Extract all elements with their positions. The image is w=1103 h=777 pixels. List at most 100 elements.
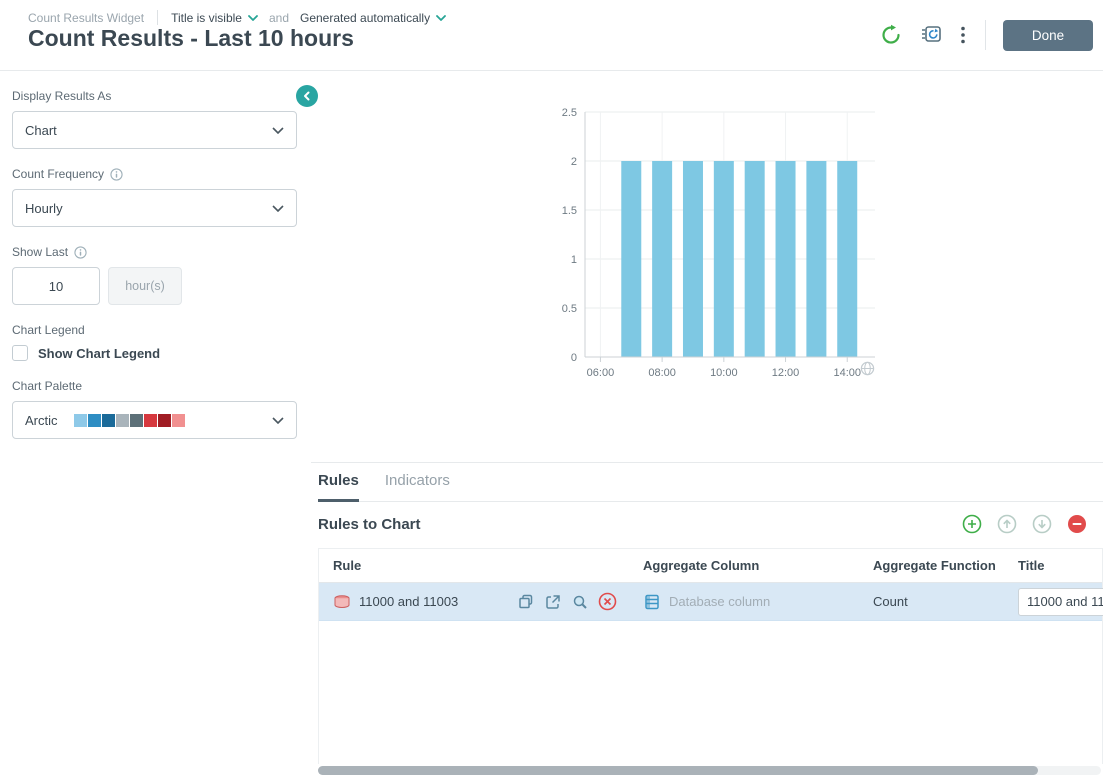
horizontal-scrollbar[interactable] [318,766,1101,775]
chart-palette-select[interactable]: Arctic [12,401,297,439]
rule-cell: 11000 and 11003 [319,592,629,611]
scrollbar-thumb[interactable] [318,766,1038,775]
palette-swatch [158,414,171,427]
duplicate-icon [517,593,535,611]
data-sync-icon [919,24,943,46]
display-results-as-select[interactable]: Chart [12,111,297,149]
aggregate-function-value: Count [873,594,908,609]
aggregate-column-placeholder: Database column [669,594,770,609]
chevron-down-icon [272,205,284,212]
count-frequency-label-text: Count Frequency [12,167,104,181]
palette-swatch [144,414,157,427]
rules-table: Rule Aggregate Column Aggregate Function… [318,548,1103,764]
svg-text:0: 0 [571,352,577,364]
palette-swatch [116,414,129,427]
refresh-button[interactable] [878,22,904,48]
svg-text:0.5: 0.5 [562,303,577,315]
count-frequency-label: Count Frequency [12,167,310,181]
collapse-panel-icon [302,91,312,101]
search-icon [571,593,589,611]
column-header-title: Title [1004,558,1102,573]
palette-swatch [102,414,115,427]
palette-swatch [130,414,143,427]
palette-swatch [172,414,185,427]
count-frequency-select[interactable]: Hourly [12,189,297,227]
open-rule-button[interactable] [544,593,562,611]
tab-rules[interactable]: Rules [318,472,359,502]
move-up-button[interactable] [995,512,1019,536]
chevron-down-icon [248,15,258,21]
rules-section-header: Rules to Chart [318,512,1089,536]
show-last-label-text: Show Last [12,245,68,259]
palette-swatch [88,414,101,427]
data-sync-button[interactable] [917,22,945,48]
done-button[interactable]: Done [1003,20,1093,51]
header-actions: Done [878,19,1093,51]
title-mode-value: Generated automatically [300,11,430,25]
chart-palette-label: Chart Palette [12,379,310,393]
tab-bar: Rules Indicators [318,472,1103,502]
chart-legend-label-text: Chart Legend [12,323,85,337]
display-results-as-label-text: Display Results As [12,89,111,103]
remove-rule-button[interactable] [1065,512,1089,536]
count-frequency-value: Hourly [25,201,63,216]
svg-text:1.5: 1.5 [562,205,577,217]
add-rule-button[interactable] [960,512,984,536]
tab-indicators[interactable]: Indicators [385,472,450,502]
rule-type-icon [333,595,351,609]
duplicate-rule-button[interactable] [517,593,535,611]
chart-palette-preview: Arctic [25,413,186,428]
svg-text:08:00: 08:00 [648,367,676,379]
svg-text:1: 1 [571,254,577,266]
rules-section-title: Rules to Chart [318,516,421,533]
title-visibility-value: Title is visible [171,11,242,25]
database-column-icon [643,593,661,611]
title-visibility-dropdown[interactable]: Title is visible [171,11,258,25]
show-last-unit: hour(s) [108,267,182,305]
svg-text:2.5: 2.5 [562,107,577,119]
chevron-down-icon [272,417,284,424]
column-header-aggregate-function: Aggregate Function [859,558,1004,573]
open-external-icon [544,593,562,611]
rule-title-input[interactable] [1018,588,1103,616]
delete-icon [598,592,617,611]
aggregate-function-cell[interactable]: Count [859,594,1004,609]
delete-rule-button[interactable] [598,592,617,611]
info-icon [110,168,123,181]
show-chart-legend-checkbox[interactable] [12,345,28,361]
breadcrumb-divider [157,10,158,25]
row-actions [517,592,617,611]
page-title: Count Results - Last 10 hours [28,25,354,52]
table-row[interactable]: 11000 and 11003 [319,583,1102,621]
rule-name: 11000 and 11003 [359,594,458,609]
collapse-panel-button[interactable] [296,85,318,107]
palette-swatches [74,414,186,427]
svg-text:10:00: 10:00 [710,367,738,379]
column-header-aggregate-column: Aggregate Column [629,558,859,573]
table-header: Rule Aggregate Column Aggregate Function… [319,549,1102,583]
aggregate-column-cell[interactable]: Database column [629,593,859,611]
show-chart-legend-label: Show Chart Legend [38,346,160,361]
header-separator [985,20,986,50]
section-divider [311,462,1103,463]
svg-text:12:00: 12:00 [772,367,800,379]
remove-circle-icon [1067,514,1087,534]
widget-editor: Count Results Widget Title is visible an… [0,0,1103,777]
preview-rule-button[interactable] [571,593,589,611]
svg-text:06:00: 06:00 [587,367,615,379]
chart-palette-label-text: Chart Palette [12,379,82,393]
show-last-label: Show Last [12,245,310,259]
display-results-as-value: Chart [25,123,57,138]
breadcrumb: Count Results Widget Title is visible an… [28,10,446,25]
title-mode-dropdown[interactable]: Generated automatically [300,11,446,25]
chart-legend-label: Chart Legend [12,323,310,337]
move-down-icon [1032,514,1052,534]
kebab-menu-icon [960,25,966,45]
chevron-down-icon [272,127,284,134]
more-options-button[interactable] [958,23,968,47]
move-up-icon [997,514,1017,534]
info-icon [74,246,87,259]
show-last-input[interactable] [12,267,100,305]
svg-text:14:00: 14:00 [833,367,861,379]
move-down-button[interactable] [1030,512,1054,536]
